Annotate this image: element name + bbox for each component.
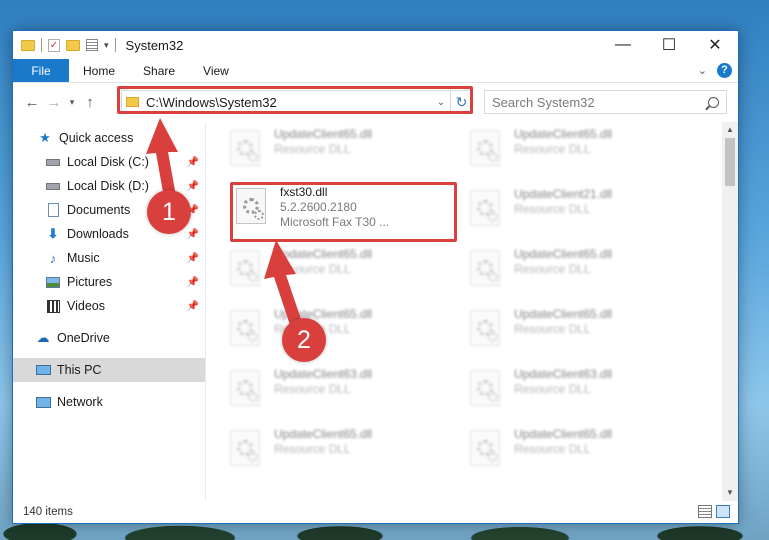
callout-arrows [146, 118, 302, 325]
arrow-one [146, 118, 178, 198]
arrow-two [264, 240, 302, 325]
step-one-badge: 1 [147, 190, 191, 234]
step-two-badge: 2 [282, 318, 326, 362]
